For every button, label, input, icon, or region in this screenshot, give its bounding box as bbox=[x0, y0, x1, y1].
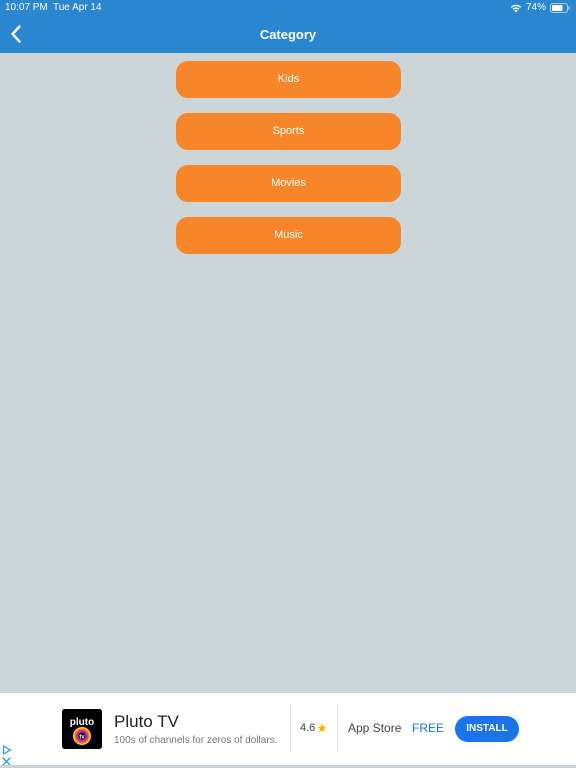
ad-app-name[interactable]: Pluto TV bbox=[114, 712, 179, 732]
ad-store-name: App Store bbox=[348, 721, 402, 735]
page-title: Category bbox=[259, 27, 317, 42]
ad-tagline: 100s of channels for zeros of dollars. bbox=[114, 735, 278, 746]
status-time: 10:07 PM bbox=[5, 2, 48, 13]
divider bbox=[290, 704, 291, 752]
category-list: Kids Sports Movies Music bbox=[176, 61, 401, 254]
ad-price: FREE bbox=[412, 721, 445, 735]
divider bbox=[337, 704, 338, 752]
ad-rating: 4.6 bbox=[300, 722, 327, 734]
install-button[interactable]: INSTALL bbox=[455, 716, 519, 742]
nav-bar: Category bbox=[0, 16, 576, 53]
rating-value: 4.6 bbox=[300, 722, 316, 734]
app-logo[interactable]: pluto tv bbox=[62, 709, 102, 749]
logo-text-bottom: tv bbox=[79, 735, 85, 741]
status-date: Tue Apr 14 bbox=[53, 2, 102, 13]
category-button-kids[interactable]: Kids bbox=[176, 61, 401, 98]
screen: 10:07 PM Tue Apr 14 74% Category Kids Sp… bbox=[0, 0, 576, 768]
wifi-icon bbox=[510, 4, 522, 13]
star-icon bbox=[317, 723, 327, 733]
category-button-music[interactable]: Music bbox=[176, 217, 401, 254]
battery-icon bbox=[550, 3, 570, 13]
header: 10:07 PM Tue Apr 14 74% Category bbox=[0, 0, 576, 53]
category-button-sports[interactable]: Sports bbox=[176, 113, 401, 150]
ad-banner[interactable]: pluto tv Pluto TV 100s of channels for z… bbox=[0, 693, 576, 768]
adchoices-icon[interactable] bbox=[2, 745, 12, 755]
battery-percent: 74% bbox=[525, 2, 546, 13]
status-indicators: 74% bbox=[510, 0, 570, 16]
status-bar: 10:07 PM Tue Apr 14 74% bbox=[0, 0, 576, 16]
category-button-movies[interactable]: Movies bbox=[176, 165, 401, 202]
logo-text-top: pluto bbox=[70, 717, 94, 728]
pluto-tv-logo-icon: pluto tv bbox=[62, 709, 102, 749]
